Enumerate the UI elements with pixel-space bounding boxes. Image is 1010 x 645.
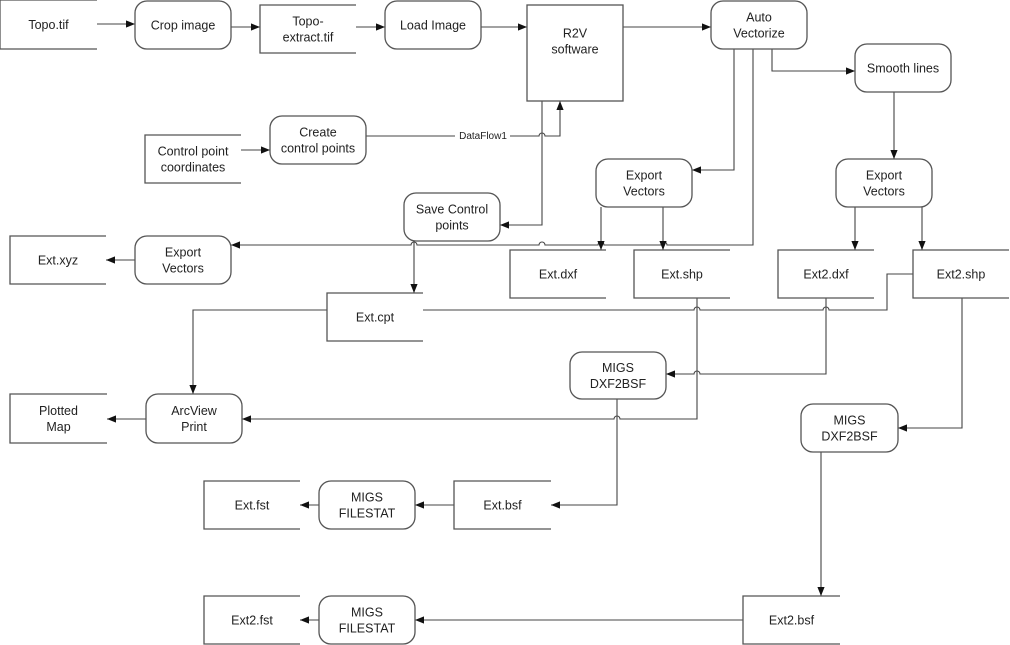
node-label: Ext.dxf bbox=[539, 268, 578, 282]
node-ext2-shp: Ext2.shp bbox=[912, 249, 1009, 299]
node-label: Ext2.fst bbox=[231, 614, 273, 628]
node-export-right: Export Vectors bbox=[835, 158, 933, 208]
node-label: Ext.fst bbox=[235, 499, 270, 513]
node-label: extract.tif bbox=[283, 31, 334, 45]
node-label: DXF2BSF bbox=[590, 377, 647, 391]
node-label: control points bbox=[281, 142, 355, 156]
node-migs-dxf2bsf-1: MIGS DXF2BSF bbox=[569, 351, 667, 400]
node-migs-filestat-1: MIGS FILESTAT bbox=[318, 480, 416, 530]
node-auto-vectorize: Auto Vectorize bbox=[710, 0, 808, 50]
node-label: Topo- bbox=[292, 15, 323, 29]
edge-migs-to-extbsf bbox=[551, 399, 618, 509]
node-label: Ext2.shp bbox=[937, 268, 986, 282]
process-shape bbox=[145, 393, 243, 444]
edge-ext2dxf-to-migs bbox=[666, 298, 827, 378]
node-label: Ext.shp bbox=[661, 268, 703, 282]
node-load-image: Load Image bbox=[384, 0, 482, 50]
node-label: MIGS bbox=[602, 361, 634, 375]
node-label: Map bbox=[46, 420, 70, 434]
edge-auto-to-export-mid bbox=[692, 49, 735, 174]
process-shape bbox=[318, 595, 416, 645]
node-topo-extract: Topo-extract.tif bbox=[259, 4, 356, 54]
node-label: ArcView bbox=[171, 404, 218, 418]
node-label: Print bbox=[181, 420, 207, 434]
edge-auto-to-smooth bbox=[771, 49, 855, 75]
node-label: Ext.xyz bbox=[38, 254, 78, 268]
edge-ext2shp-to-migs2 bbox=[898, 298, 963, 432]
node-arcview: ArcView Print bbox=[145, 393, 243, 444]
edge-label-dataflow1: DataFlow1 bbox=[459, 131, 507, 142]
node-label: Vectors bbox=[623, 185, 665, 199]
node-label: MIGS bbox=[351, 606, 383, 620]
process-shape bbox=[134, 235, 232, 285]
node-plotted-map: Plotted Map bbox=[9, 393, 107, 444]
node-label: Ext.cpt bbox=[356, 311, 395, 325]
node-label: Load Image bbox=[400, 19, 466, 33]
process-shape bbox=[595, 158, 693, 208]
node-label: R2V bbox=[563, 27, 588, 41]
node-label: Auto bbox=[746, 11, 772, 25]
node-label: Plotted bbox=[39, 404, 78, 418]
node-label: coordinates bbox=[161, 161, 226, 175]
node-label: Vectors bbox=[162, 262, 204, 276]
node-export-mid: Export Vectors bbox=[595, 158, 693, 208]
node-label: FILESTAT bbox=[339, 622, 396, 636]
node-save-cp: Save Control points bbox=[403, 192, 501, 242]
node-label: Save Control bbox=[416, 203, 488, 217]
node-label: MIGS bbox=[351, 491, 383, 505]
process-shape bbox=[800, 403, 899, 453]
node-ext2-fst: Ext2.fst bbox=[203, 595, 300, 645]
node-label: Smooth lines bbox=[867, 62, 939, 76]
node-topo-tif: Topo.tif bbox=[0, 0, 97, 50]
node-label: Ext.bsf bbox=[483, 499, 522, 513]
node-label: Export bbox=[866, 169, 903, 183]
node-label: Ext2.dxf bbox=[803, 268, 849, 282]
node-ext-shp: Ext.shp bbox=[633, 249, 730, 299]
process-shape bbox=[403, 192, 501, 242]
process-shape bbox=[569, 351, 667, 400]
node-label: Vectors bbox=[863, 185, 905, 199]
node-label: points bbox=[435, 219, 468, 233]
node-label: Ext2.bsf bbox=[769, 614, 815, 628]
node-ext-xyz: Ext.xyz bbox=[9, 235, 106, 285]
node-ext-fst: Ext.fst bbox=[203, 480, 300, 530]
node-label: Crop image bbox=[151, 19, 216, 33]
node-label: Control point bbox=[158, 145, 229, 159]
process-shape bbox=[318, 480, 416, 530]
node-ext2-dxf: Ext2.dxf bbox=[777, 249, 874, 299]
process-shape bbox=[835, 158, 933, 208]
node-ext-bsf: Ext.bsf bbox=[453, 480, 551, 530]
node-control-coords: Control point coordinates bbox=[144, 134, 241, 184]
node-create-cp: Create control points bbox=[269, 115, 367, 165]
node-label: Create bbox=[299, 126, 337, 140]
node-crop-image: Crop image bbox=[134, 0, 232, 50]
node-migs-filestat-2: MIGS FILESTAT bbox=[318, 595, 416, 645]
node-label: Topo.tif bbox=[28, 18, 69, 32]
node-r2v: R2V software bbox=[526, 4, 624, 102]
node-label: FILESTAT bbox=[339, 507, 396, 521]
process-shape bbox=[269, 115, 367, 165]
data-flow-diagram: DataFlow1 Topo.tif Crop image Topo-extract… bbox=[0, 0, 1009, 645]
node-label: Export bbox=[626, 169, 663, 183]
node-label: software bbox=[551, 43, 598, 57]
node-ext-cpt: Ext.cpt bbox=[326, 292, 423, 342]
node-ext2-bsf: Ext2.bsf bbox=[742, 595, 840, 645]
node-export-left: Export Vectors bbox=[134, 235, 232, 285]
process-shape bbox=[710, 0, 808, 50]
node-label: Export bbox=[165, 246, 202, 260]
node-smooth-lines: Smooth lines bbox=[854, 43, 952, 93]
node-migs-dxf2bsf-2: MIGS DXF2BSF bbox=[800, 403, 899, 453]
node-label: Vectorize bbox=[733, 27, 784, 41]
node-ext-dxf: Ext.dxf bbox=[509, 249, 606, 299]
node-label: MIGS bbox=[834, 414, 866, 428]
node-label: DXF2BSF bbox=[821, 430, 878, 444]
edge-r2v-to-save bbox=[500, 101, 543, 229]
